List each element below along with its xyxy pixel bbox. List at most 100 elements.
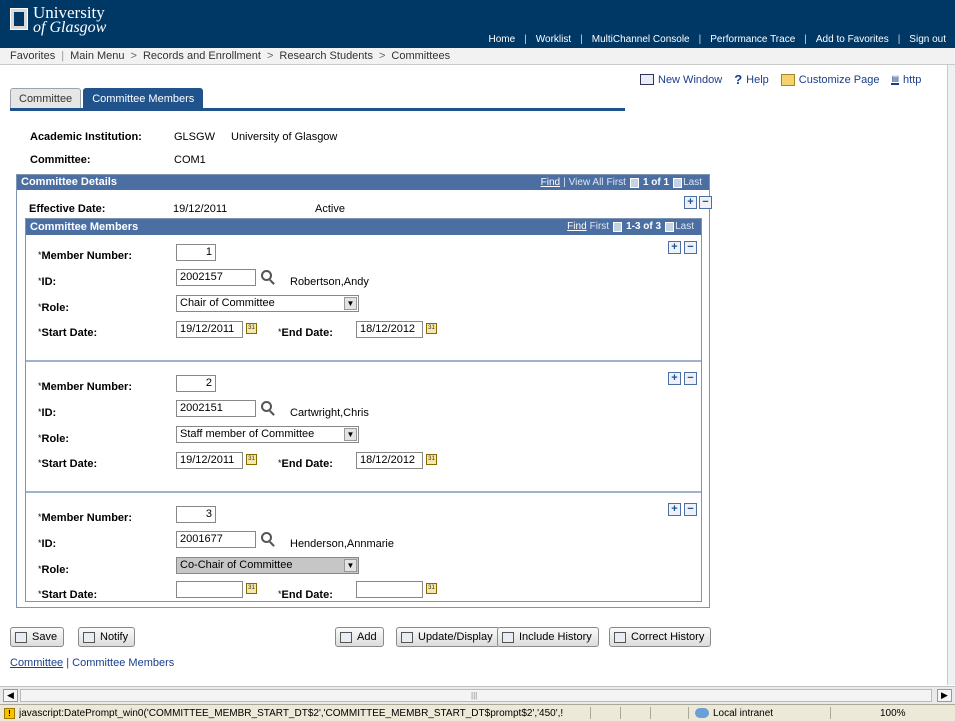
logo-line2: of Glasgow (33, 19, 107, 36)
delete-row-icon[interactable]: − (684, 372, 697, 385)
nav-worklist[interactable]: Worklist (527, 34, 580, 45)
details-view-all[interactable]: View All (569, 175, 604, 190)
tab-committee-members[interactable]: Committee Members (83, 88, 204, 108)
id-field[interactable]: 2001677 (176, 531, 256, 548)
breadcrumb-favorites[interactable]: Favorites (10, 50, 55, 62)
footer-committee-link[interactable]: Committee (10, 657, 63, 669)
nav-home[interactable]: Home (479, 34, 524, 45)
member-number-label: *Member Number: (38, 512, 132, 524)
status-value: Active (315, 203, 345, 215)
search-icon[interactable] (261, 532, 272, 543)
update-display-button[interactable]: Update/Display (396, 627, 500, 647)
start-date-field[interactable]: 19/12/2011 (176, 321, 243, 338)
breadcrumb-main-menu[interactable]: Main Menu (70, 50, 124, 62)
nav-sign-out[interactable]: Sign out (900, 34, 955, 45)
add-row-icon[interactable]: + (668, 241, 681, 254)
row-divider (26, 360, 701, 362)
member-number-field[interactable]: 1 (176, 244, 216, 261)
calendar-icon[interactable]: 31 (426, 454, 437, 465)
details-count: 1 of 1 (642, 177, 670, 188)
details-find-link[interactable]: Find (541, 175, 560, 190)
calendar-icon[interactable]: 31 (246, 454, 257, 465)
start-date-field[interactable]: 19/12/2011 (176, 452, 243, 469)
delete-row-icon[interactable]: − (684, 503, 697, 516)
nav-performance-trace[interactable]: Performance Trace (701, 34, 804, 45)
calendar-icon[interactable]: 31 (426, 323, 437, 334)
add-row-icon[interactable]: + (668, 503, 681, 516)
breadcrumb-research-students[interactable]: Research Students (279, 50, 373, 62)
delete-row-icon[interactable]: − (699, 196, 712, 209)
role-select[interactable]: Staff member of Committee ▼ (176, 426, 359, 443)
end-date-field[interactable]: 18/12/2012 (356, 452, 423, 469)
calendar-icon[interactable]: 31 (426, 583, 437, 594)
next-arrow-icon[interactable] (665, 222, 675, 232)
vertical-scrollbar[interactable] (947, 65, 955, 685)
member-name: Robertson,Andy (290, 276, 369, 288)
member-number-field[interactable]: 2 (176, 375, 216, 392)
delete-row-icon[interactable]: − (684, 241, 697, 254)
add-icon (340, 631, 352, 643)
zoom-level[interactable]: 100% (880, 708, 906, 719)
breadcrumb-records[interactable]: Records and Enrollment (143, 50, 261, 62)
scroll-thumb[interactable]: ||| (20, 689, 932, 702)
globe-icon (695, 708, 709, 718)
search-icon[interactable] (261, 270, 272, 281)
help-icon: ? (734, 72, 743, 87)
start-date-label: *Start Date: (38, 589, 98, 601)
include-history-button[interactable]: Include History (497, 627, 599, 647)
nav-multichannel[interactable]: MultiChannel Console (583, 34, 699, 45)
chevron-down-icon: ▼ (344, 559, 357, 572)
prev-arrow-icon[interactable] (613, 222, 623, 232)
university-logo[interactable]: University of Glasgow (10, 3, 107, 36)
members-first[interactable]: First (590, 219, 609, 235)
warning-icon: ! (4, 707, 15, 719)
app-header: University of Glasgow Home | Worklist | Mu… (0, 0, 955, 48)
end-date-label: *End Date: (278, 458, 333, 470)
id-field[interactable]: 2002157 (176, 269, 256, 286)
end-date-field[interactable]: 18/12/2012 (356, 321, 423, 338)
calendar-icon[interactable]: 31 (246, 323, 257, 334)
save-button[interactable]: Save (10, 627, 65, 647)
role-select[interactable]: Co-Chair of Committee ▼ (176, 557, 359, 574)
add-row-icon[interactable]: + (684, 196, 697, 209)
details-nav: Find | View All First 1 of 1 Last (540, 175, 702, 190)
tab-committee[interactable]: Committee (10, 88, 82, 108)
logo-line1: University (33, 3, 105, 22)
start-date-label: *Start Date: (38, 458, 98, 470)
effective-date-value: 19/12/2011 (173, 203, 228, 215)
prev-arrow-icon[interactable] (629, 177, 639, 188)
scroll-right-icon[interactable]: ▶ (937, 689, 952, 702)
customize-page-link[interactable]: Customize Page (780, 73, 879, 86)
committee-members-box: Committee Members Find First 1-3 of 3 La… (25, 218, 702, 602)
notify-button[interactable]: Notify (78, 627, 136, 647)
add-row-icon[interactable]: + (668, 372, 681, 385)
breadcrumb-committees[interactable]: Committees (391, 50, 450, 62)
new-window-link[interactable]: New Window (640, 74, 722, 86)
nav-add-favorites[interactable]: Add to Favorites (807, 34, 898, 45)
details-first[interactable]: First (607, 175, 626, 190)
correct-history-button[interactable]: Correct History (609, 627, 712, 647)
horizontal-scrollbar[interactable]: ◀ ||| ▶ (0, 686, 955, 704)
calendar-icon[interactable]: 31 (246, 583, 257, 594)
end-date-field[interactable] (356, 581, 423, 598)
member-number-field[interactable]: 3 (176, 506, 216, 523)
notify-icon (83, 631, 95, 643)
details-last[interactable]: Last (683, 175, 702, 190)
http-link[interactable]: ▤ http (891, 74, 921, 86)
search-icon[interactable] (261, 401, 272, 412)
status-message: javascript:DatePrompt_win0('COMMITTEE_ME… (19, 707, 564, 719)
institution-code: GLSGW (174, 131, 215, 143)
help-link[interactable]: ? Help (734, 72, 769, 87)
start-date-field[interactable] (176, 581, 243, 598)
id-field[interactable]: 2002151 (176, 400, 256, 417)
add-button[interactable]: Add (335, 627, 384, 647)
footer-committee-members-link[interactable]: Committee Members (72, 657, 174, 669)
members-last[interactable]: Last (675, 219, 694, 235)
role-select[interactable]: Chair of Committee ▼ (176, 295, 359, 312)
role-label: *Role: (38, 302, 70, 314)
next-arrow-icon[interactable] (673, 177, 683, 188)
scroll-left-icon[interactable]: ◀ (3, 689, 18, 702)
end-date-label: *End Date: (278, 327, 333, 339)
members-find-link[interactable]: Find (567, 219, 586, 235)
member-row: + − *Member Number: 3 *ID: 2001677 Hende… (26, 498, 701, 602)
